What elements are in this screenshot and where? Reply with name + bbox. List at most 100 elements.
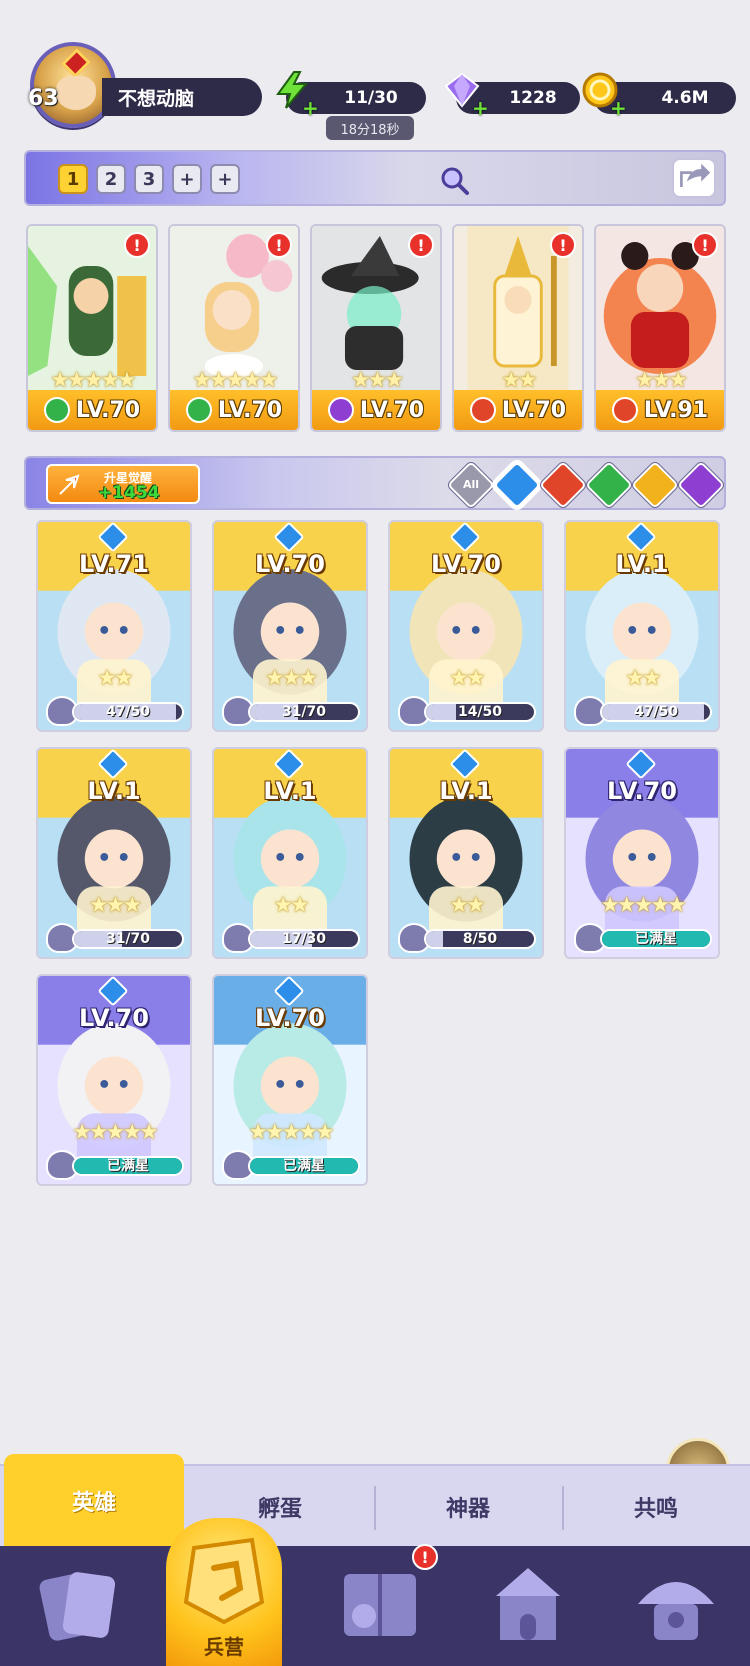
hero-card[interactable]: LV.1 ★★ 8/50 [388, 747, 544, 959]
hero-level-bar: LV.91 [596, 390, 724, 430]
hero-filter-bar: 升星觉醒 +1454 All [24, 456, 726, 510]
hero-level: LV.1 [87, 777, 141, 805]
hero-level-bar: LV.70 [312, 390, 440, 430]
tab-divider [562, 1486, 564, 1530]
team-slot-2[interactable]: 2 [96, 164, 126, 194]
fire-element-icon [469, 397, 496, 423]
shard-progress-text: 31/70 [105, 931, 151, 947]
team-hero-card-2[interactable]: ! ★★★★★ LV.70 [168, 224, 300, 432]
filter-light-icon[interactable] [630, 460, 680, 510]
nav-castle[interactable] [478, 1560, 578, 1650]
shard-progress-bar: 8/50 [424, 929, 536, 949]
hero-card[interactable]: LV.70 ★★★ 31/70 [212, 520, 368, 732]
energy-counter[interactable]: + 11/30 [276, 71, 426, 120]
shard-progress-bar: 47/50 [600, 702, 712, 722]
hero-level: LV.91 [643, 397, 709, 423]
shard-progress-text: 47/50 [633, 704, 679, 720]
shard-progress-text: 47/50 [105, 704, 151, 720]
hero-level: LV.70 [431, 550, 501, 578]
energy-plus-icon[interactable]: + [302, 96, 319, 120]
player-level: 63 [28, 86, 59, 111]
dark-element-icon [327, 397, 354, 423]
hero-card[interactable]: LV.1 ★★★ 31/70 [36, 747, 192, 959]
search-icon[interactable] [438, 164, 470, 196]
shard-progress-bar: 31/70 [248, 702, 360, 722]
team-hero-card-3[interactable]: ! ★★★ LV.70 [310, 224, 442, 432]
shard-progress-bar: 已满星 [600, 929, 712, 949]
gold-plus-icon[interactable]: + [610, 96, 627, 120]
player-name-text: 不想动脑 [118, 87, 195, 110]
filter-fire-icon[interactable] [538, 460, 588, 510]
team-slot-3[interactable]: 3 [134, 164, 164, 194]
hero-stars: ★★★★★ [248, 1120, 335, 1145]
team-hero-card-5[interactable]: ! ★★★ LV.91 [594, 224, 726, 432]
team-slot-add-1[interactable]: + [172, 164, 202, 194]
shard-progress-bar: 已满星 [248, 1156, 360, 1176]
hero-stars: ★★★ [264, 666, 318, 691]
hero-level-bar: LV.70 [28, 390, 156, 430]
tab-artifacts[interactable]: 神器 [378, 1466, 558, 1548]
shard-progress-bar: 14/50 [424, 702, 536, 722]
hero-level: LV.70 [255, 1004, 325, 1032]
upgrade-alert-badge: ! [550, 232, 576, 258]
book-icon [344, 1574, 416, 1636]
filter-all[interactable]: All [446, 460, 496, 510]
gold-counter[interactable]: + 4.6M [582, 72, 736, 120]
shard-progress-bar: 31/70 [72, 929, 184, 949]
wind-element-icon [43, 397, 70, 423]
team-slot-add-2[interactable]: + [210, 164, 240, 194]
shard-progress-text: 已满星 [635, 931, 677, 947]
shard-progress-text: 17/30 [281, 931, 327, 947]
hero-card[interactable]: LV.1 ★★ 17/30 [212, 747, 368, 959]
energy-value: 11/30 [344, 88, 398, 108]
hero-card[interactable]: LV.1 ★★ 47/50 [564, 520, 720, 732]
hero-card[interactable]: LV.70 ★★ 14/50 [388, 520, 544, 732]
hero-card[interactable]: LV.71 ★★ 47/50 [36, 520, 192, 732]
hero-card[interactable]: LV.70 ★★★★★ 已满星 [36, 974, 192, 1186]
nav-barracks-label: 兵营 [204, 1635, 244, 1659]
upgrade-alert-badge: ! [408, 232, 434, 258]
filter-wind-icon[interactable] [584, 460, 634, 510]
castle-icon [496, 1568, 560, 1640]
shard-progress-text: 31/70 [281, 704, 327, 720]
nav-quest-book[interactable] [330, 1560, 430, 1650]
nav-cards[interactable] [30, 1560, 130, 1650]
team-slot-1[interactable]: 1 [58, 164, 88, 194]
gem-plus-icon[interactable]: + [472, 96, 489, 120]
filter-all-label: All [462, 478, 480, 491]
hero-stars: ★★ [97, 666, 133, 691]
hero-subtabs: 英雄 孵蛋 神器 共鸣 [0, 1454, 750, 1548]
gem-value: 1228 [509, 88, 557, 108]
filter-water-icon[interactable] [492, 460, 542, 510]
hero-stars: ★★ [273, 893, 309, 918]
upgrade-alert-badge: ! [266, 232, 292, 258]
cards-icon [39, 1572, 116, 1641]
helmet-crest-icon [61, 48, 91, 78]
shard-progress-bar: 47/50 [72, 702, 184, 722]
star-awaken-button[interactable]: 升星觉醒 +1454 [46, 464, 200, 504]
hero-level: LV.70 [79, 1004, 149, 1032]
barracks-icon [183, 1537, 265, 1625]
tab-heroes[interactable]: 英雄 [4, 1454, 184, 1548]
team-hero-card-1[interactable]: ! ★★★★★ LV.70 [26, 224, 158, 432]
upgrade-alert-badge: ! [692, 232, 718, 258]
shard-progress-bar: 17/30 [248, 929, 360, 949]
hero-stars: ★★★★★ [72, 1120, 159, 1145]
filter-dark-icon[interactable] [676, 460, 726, 510]
share-button[interactable] [672, 158, 716, 198]
hero-stars: ★★★★★ [600, 893, 687, 918]
hero-level: LV.1 [263, 777, 317, 805]
nav-mushroom-house[interactable] [626, 1560, 726, 1650]
tab-resonance[interactable]: 共鸣 [566, 1466, 746, 1548]
nav-alert-badge: ! [412, 1544, 438, 1570]
hero-card[interactable]: LV.70 ★★★★★ 已满星 [564, 747, 720, 959]
team-slot-bar: 1 2 3 + + [24, 150, 726, 206]
gem-counter[interactable]: + 1228 [444, 72, 580, 120]
hero-level-bar: LV.70 [454, 390, 582, 430]
shard-progress-text: 14/50 [457, 704, 503, 720]
arrow-up-icon [59, 474, 80, 495]
player-name[interactable]: 不想动脑 [102, 78, 262, 116]
hero-card[interactable]: LV.70 ★★★★★ 已满星 [212, 974, 368, 1186]
nav-barracks[interactable]: 兵营 [166, 1518, 282, 1666]
team-hero-card-4[interactable]: ! ★★ LV.70 [452, 224, 584, 432]
